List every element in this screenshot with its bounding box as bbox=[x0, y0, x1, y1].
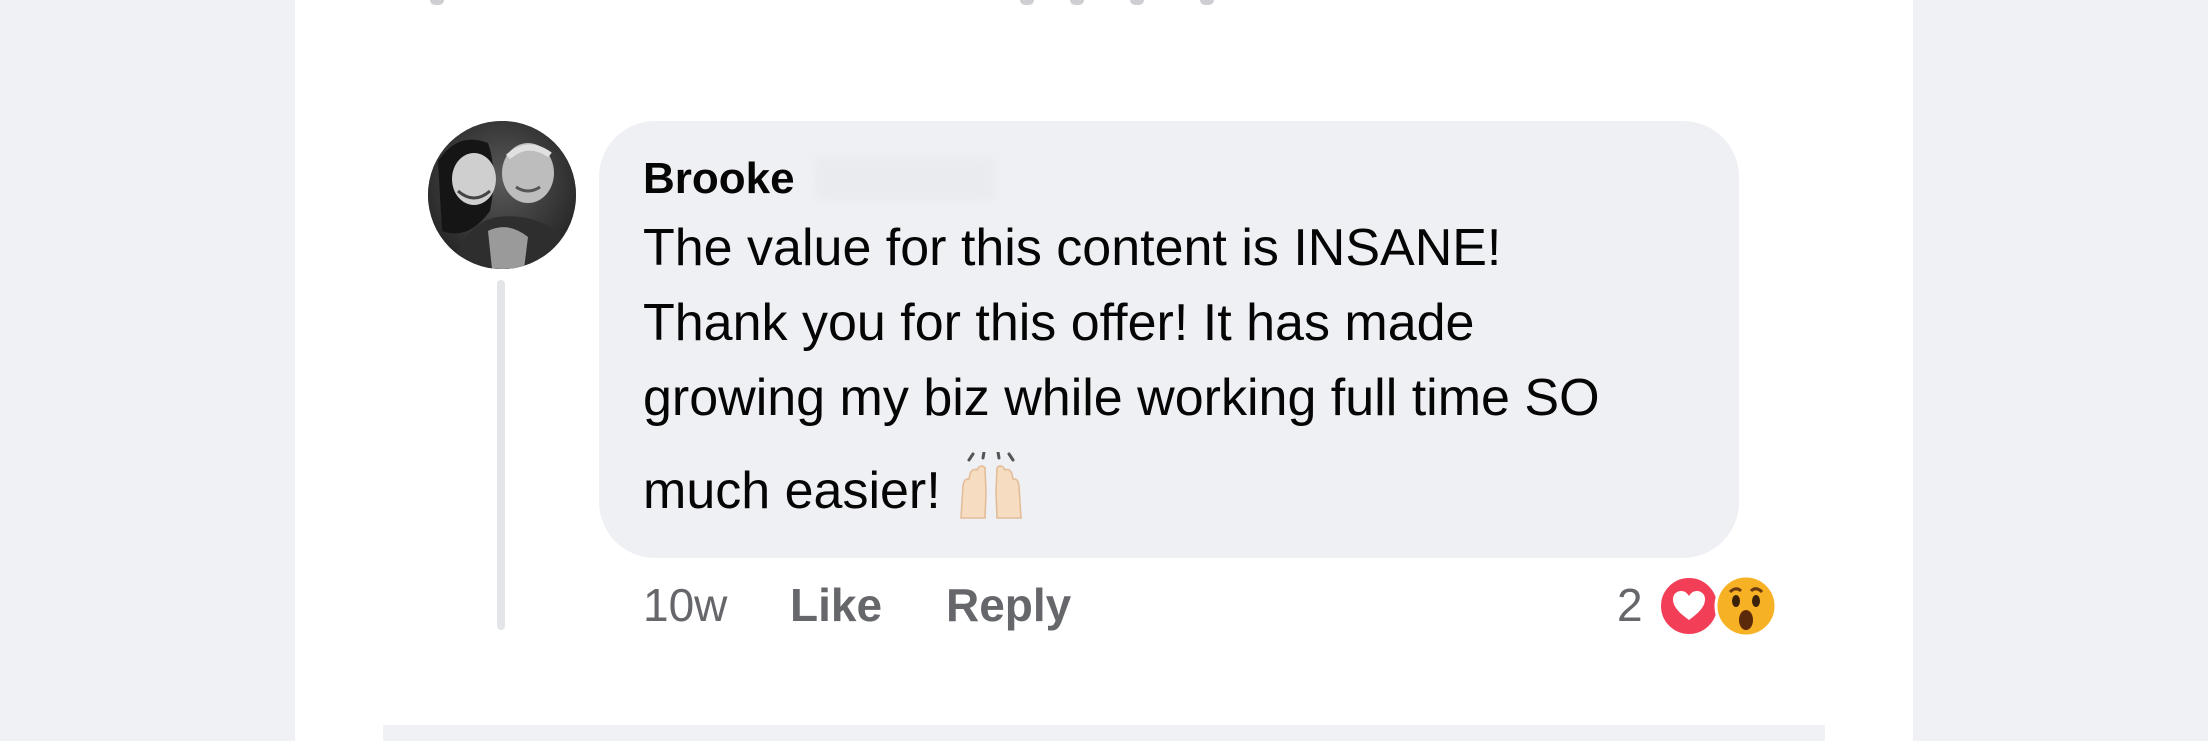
thread-line bbox=[497, 280, 505, 630]
reactions-summary[interactable] bbox=[1658, 572, 1782, 638]
reaction-count[interactable]: 2 bbox=[1617, 575, 1643, 635]
raising-hands-emoji bbox=[955, 450, 1027, 524]
author-last-name-redacted bbox=[815, 157, 995, 201]
avatar-photo bbox=[428, 121, 576, 269]
comment-text-line: The value for this content is INSANE! bbox=[643, 219, 1502, 277]
like-button[interactable]: Like bbox=[790, 575, 882, 635]
comment-bubble: Brooke The value for this content is INS… bbox=[599, 121, 1739, 558]
heart-reaction-icon bbox=[1658, 575, 1720, 637]
reply-button[interactable]: Reply bbox=[946, 575, 1071, 635]
wow-reaction-icon bbox=[1714, 574, 1778, 638]
comment-text: The value for this content is INSANE! Th… bbox=[643, 211, 1703, 530]
previous-content-cutoff bbox=[330, 0, 1310, 6]
avatar[interactable] bbox=[428, 121, 576, 269]
comment-text-line: Thank you for this offer! It has made bbox=[643, 294, 1475, 352]
comment-author[interactable]: Brooke bbox=[643, 149, 795, 209]
comment-text-line: much easier! bbox=[643, 462, 941, 520]
card-divider bbox=[383, 725, 1825, 741]
comment-text-line: growing my biz while working full time S… bbox=[643, 369, 1600, 427]
comment-timestamp[interactable]: 10w bbox=[643, 575, 727, 635]
